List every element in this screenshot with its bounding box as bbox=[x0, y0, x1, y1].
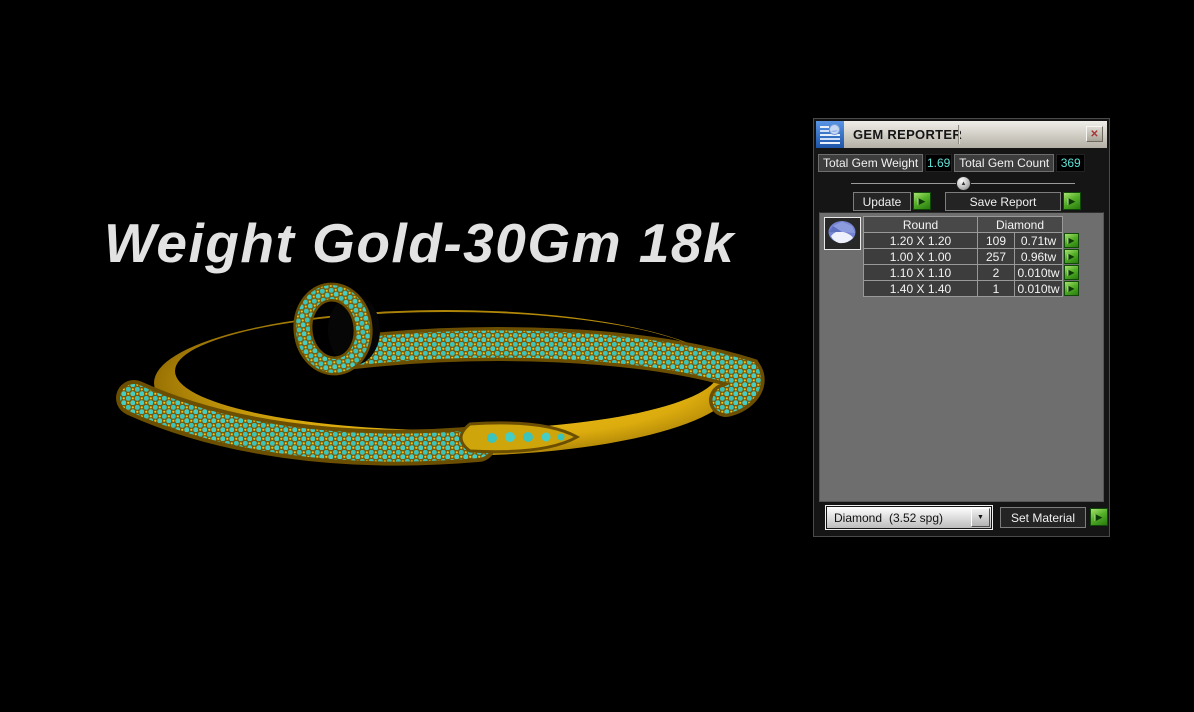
save-report-button[interactable]: Save Report bbox=[945, 192, 1061, 211]
update-button[interactable]: Update bbox=[853, 192, 911, 211]
close-button[interactable]: ✕ bbox=[1086, 126, 1103, 142]
gem-thumbnail[interactable] bbox=[824, 217, 861, 250]
chevron-up-icon: ▲ bbox=[961, 181, 967, 187]
gem-table: Round Diamond 1.20 X 1.20 109 0.71tw ▶ 1… bbox=[863, 216, 1081, 297]
report-area: Round Diamond 1.20 X 1.20 109 0.71tw ▶ 1… bbox=[819, 212, 1104, 502]
gem-reporter-app-icon bbox=[816, 121, 844, 148]
gem-count-cell: 2 bbox=[978, 265, 1015, 281]
gem-count-cell: 109 bbox=[978, 233, 1015, 249]
bracelet-render bbox=[0, 0, 800, 712]
material-column-header: Diamond bbox=[978, 217, 1063, 233]
table-row: 1.00 X 1.00 257 0.96tw ▶ bbox=[864, 249, 1081, 265]
gem-count-cell: 257 bbox=[978, 249, 1015, 265]
weight-caption: Weight Gold-30Gm 18k bbox=[104, 211, 735, 275]
row-detail-button[interactable]: ▶ bbox=[1064, 249, 1079, 264]
gem-icon bbox=[827, 220, 858, 247]
set-material-button[interactable]: Set Material bbox=[1000, 507, 1086, 528]
gem-size-cell: 1.10 X 1.10 bbox=[864, 265, 978, 281]
play-icon: ▶ bbox=[1068, 284, 1074, 293]
update-go-button[interactable]: ▶ bbox=[913, 192, 931, 210]
row-detail-button[interactable]: ▶ bbox=[1064, 265, 1079, 280]
play-icon: ▶ bbox=[1069, 196, 1076, 206]
table-row: 1.40 X 1.40 1 0.010tw ▶ bbox=[864, 281, 1081, 297]
material-bar: Diamond (3.52 spg) ▼ Set Material ▶ bbox=[814, 500, 1109, 536]
play-icon: ▶ bbox=[1096, 512, 1103, 522]
total-gem-count-value: 369 bbox=[1056, 154, 1085, 172]
app-screen: Weight Gold-30Gm 18k GEM REPORTER ✕ bbox=[0, 0, 1194, 712]
gem-size-cell: 1.00 X 1.00 bbox=[864, 249, 978, 265]
gem-weight-cell: 0.010tw bbox=[1015, 281, 1063, 297]
material-dropdown-value: Diamond bbox=[827, 511, 889, 525]
gem-size-cell: 1.40 X 1.40 bbox=[864, 281, 978, 297]
play-icon: ▶ bbox=[1068, 236, 1074, 245]
save-report-go-button[interactable]: ▶ bbox=[1063, 192, 1081, 210]
titlebar-divider bbox=[958, 125, 960, 144]
gem-weight-cell: 0.71tw bbox=[1015, 233, 1063, 249]
titlebar[interactable]: GEM REPORTER ✕ bbox=[816, 121, 1107, 148]
total-gem-weight-label: Total Gem Weight bbox=[818, 154, 923, 172]
gem-count-cell: 1 bbox=[978, 281, 1015, 297]
gem-reporter-window: GEM REPORTER ✕ Total Gem Weight 1.69 Tot… bbox=[813, 118, 1110, 537]
play-icon: ▶ bbox=[1068, 268, 1074, 277]
material-dropdown-detail: (3.52 spg) bbox=[889, 511, 943, 525]
action-buttons-row: Update ▶ Save Report ▶ bbox=[814, 192, 1109, 212]
gem-weight-cell: 0.96tw bbox=[1015, 249, 1063, 265]
gem-size-cell: 1.20 X 1.20 bbox=[864, 233, 978, 249]
splitter-handle[interactable]: ▲ bbox=[956, 176, 971, 191]
row-detail-button[interactable]: ▶ bbox=[1064, 281, 1079, 296]
play-icon: ▶ bbox=[1068, 252, 1074, 261]
dropdown-button[interactable]: ▼ bbox=[971, 508, 990, 527]
window-title: GEM REPORTER bbox=[844, 127, 962, 142]
table-row: 1.10 X 1.10 2 0.010tw ▶ bbox=[864, 265, 1081, 281]
chevron-down-icon: ▼ bbox=[977, 514, 984, 521]
header-spacer bbox=[1063, 217, 1081, 233]
close-icon: ✕ bbox=[1090, 129, 1098, 140]
table-header-row: Round Diamond bbox=[864, 217, 1081, 233]
total-gem-weight-value: 1.69 bbox=[925, 154, 952, 172]
panel-splitter: ▲ bbox=[814, 175, 1109, 191]
table-row: 1.20 X 1.20 109 0.71tw ▶ bbox=[864, 233, 1081, 249]
shape-column-header: Round bbox=[864, 217, 978, 233]
play-icon: ▶ bbox=[919, 196, 926, 206]
material-dropdown[interactable]: Diamond (3.52 spg) ▼ bbox=[826, 506, 992, 529]
total-gem-count-label: Total Gem Count bbox=[954, 154, 1054, 172]
gem-weight-cell: 0.010tw bbox=[1015, 265, 1063, 281]
totals-row: Total Gem Weight 1.69 Total Gem Count 36… bbox=[818, 153, 1105, 172]
row-detail-button[interactable]: ▶ bbox=[1064, 233, 1079, 248]
set-material-go-button[interactable]: ▶ bbox=[1090, 508, 1108, 526]
